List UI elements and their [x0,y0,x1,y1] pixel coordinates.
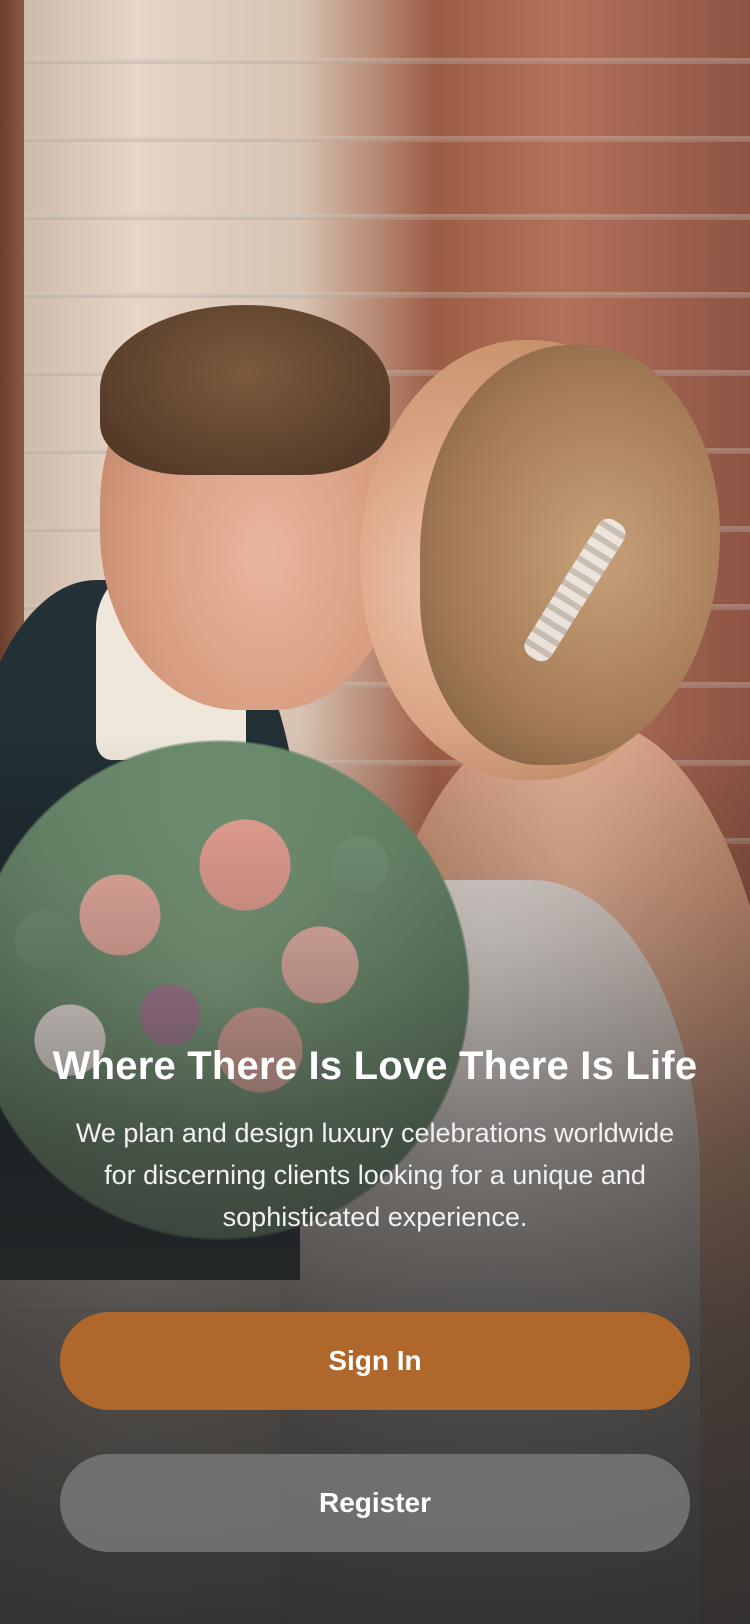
hero-content: Where There Is Love There Is Life We pla… [0,1040,750,1238]
hero-headline: Where There Is Love There Is Life [52,1044,698,1088]
welcome-screen: Where There Is Love There Is Life We pla… [0,0,750,1624]
register-button[interactable]: Register [60,1454,690,1552]
hero-subtitle: We plan and design luxury celebrations w… [75,1118,675,1232]
sign-in-button[interactable]: Sign In [60,1312,690,1410]
